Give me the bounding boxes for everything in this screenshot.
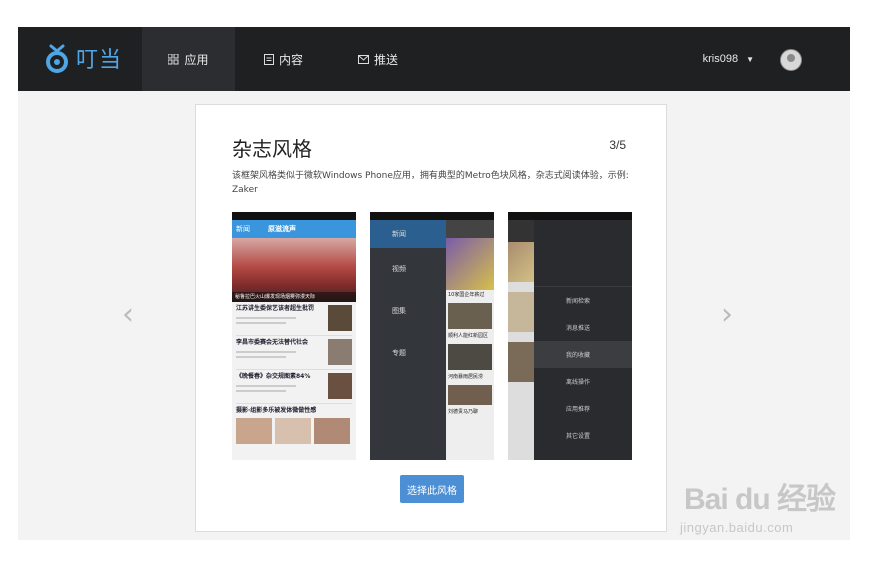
mail-icon [358, 54, 369, 64]
ding-logo-icon [46, 44, 68, 73]
headline-image: 秘鲁拉巴火山爆发现场烟雾弥漫天际 [232, 238, 356, 302]
shot-menu-item: 图集 [392, 307, 406, 315]
headline-caption: 秘鲁拉巴火山爆发现场烟雾弥漫天际 [232, 292, 356, 302]
username: kris098 [702, 53, 739, 65]
style-description: 该框架风格类似于微软Windows Phone应用，拥有典型的Metro色块风格… [232, 171, 629, 195]
shot-news-title: 《晚餐春》杂交规图素84% [236, 373, 311, 380]
brand-logo[interactable]: 叮当 [44, 41, 122, 75]
card-title: 杂志风格 [232, 137, 312, 161]
avatar[interactable] [780, 49, 802, 71]
shot-news-title: 李昌市委赛会无法替代社会 [236, 339, 309, 346]
shot-header-title: 原滋流声 [268, 225, 296, 233]
nav-tab-label: 推送 [374, 52, 399, 67]
shot-list-item: 10家国企年薪过 [448, 292, 485, 298]
select-style-button[interactable]: 选择此风格 [400, 475, 464, 503]
shot-menu-item: 新闻检索 [566, 298, 591, 305]
nav-tab-push[interactable]: 推送 [358, 27, 398, 91]
preview-screenshot-2: 新闻 视频 图集 专题 10家国企年薪过 顺利人能红新园区 河南暴雨居民涝 刘德… [370, 212, 494, 460]
nav-tab-label: 应用 [184, 52, 209, 67]
shot-menu-item: 其它设置 [566, 433, 591, 440]
shot-menu-item: 消息推送 [566, 325, 591, 332]
shot-menu-item: 视频 [392, 265, 406, 273]
document-icon [264, 53, 274, 65]
nav-tab-content[interactable]: 内容 [264, 27, 303, 91]
shot-list-item: 刘德贵马乃聊 [448, 409, 479, 415]
screenshot-gallery: 新闻 原滋流声 秘鲁拉巴火山爆发现场烟雾弥漫天际 江苏讲生委保艺该者超生批罚 李… [232, 212, 632, 460]
nav-tab-label: 内容 [279, 52, 304, 67]
preview-screenshot-1: 新闻 原滋流声 秘鲁拉巴火山爆发现场烟雾弥漫天际 江苏讲生委保艺该者超生批罚 李… [232, 212, 356, 460]
app-window: 叮当 应用 内容 推送 kris098 ▼ ‹ › 杂志风格 3/5 该框架风格… [18, 27, 850, 540]
watermark-main: Bai du 经验 [684, 483, 836, 516]
shot-menu-item: 专题 [392, 349, 406, 357]
brand-name: 叮当 [76, 48, 123, 73]
shot-list-item: 顺利人能红新园区 [448, 333, 489, 339]
user-menu[interactable]: kris098 ▼ [703, 27, 754, 91]
caret-down-icon: ▼ [746, 54, 754, 64]
shot-list-item: 河南暴雨居民涝 [448, 374, 484, 380]
shot-header-left: 新闻 [236, 225, 250, 233]
nav-tab-apps[interactable]: 应用 [142, 27, 235, 91]
next-arrow-icon[interactable]: › [721, 300, 733, 330]
baidu-watermark: Bai du 经验 jingyan.baidu.com [678, 474, 853, 542]
style-preview-card: 杂志风格 3/5 该框架风格类似于微软Windows Phone应用，拥有典型的… [195, 104, 667, 532]
top-navigation-bar: 叮当 应用 内容 推送 kris098 ▼ [18, 27, 850, 91]
shot-menu-item: 我的收藏 [534, 341, 632, 368]
shot-menu-item: 离线操作 [566, 379, 591, 386]
grid-icon [168, 53, 179, 65]
shot-menu-item: 应用推荐 [566, 406, 591, 413]
watermark-sub: jingyan.baidu.com [680, 520, 794, 535]
shot-news-title: 江苏讲生委保艺该者超生批罚 [236, 305, 315, 312]
prev-arrow-icon[interactable]: ‹ [122, 300, 134, 330]
page-counter: 3/5 [609, 138, 626, 152]
shot-news-title: 摄影·组影多乐被发体微做性感 [236, 407, 317, 414]
preview-screenshot-3: 新闻检索 消息推送 我的收藏 离线操作 应用推荐 其它设置 [508, 212, 632, 460]
shot-menu-item: 新闻 [370, 220, 446, 248]
